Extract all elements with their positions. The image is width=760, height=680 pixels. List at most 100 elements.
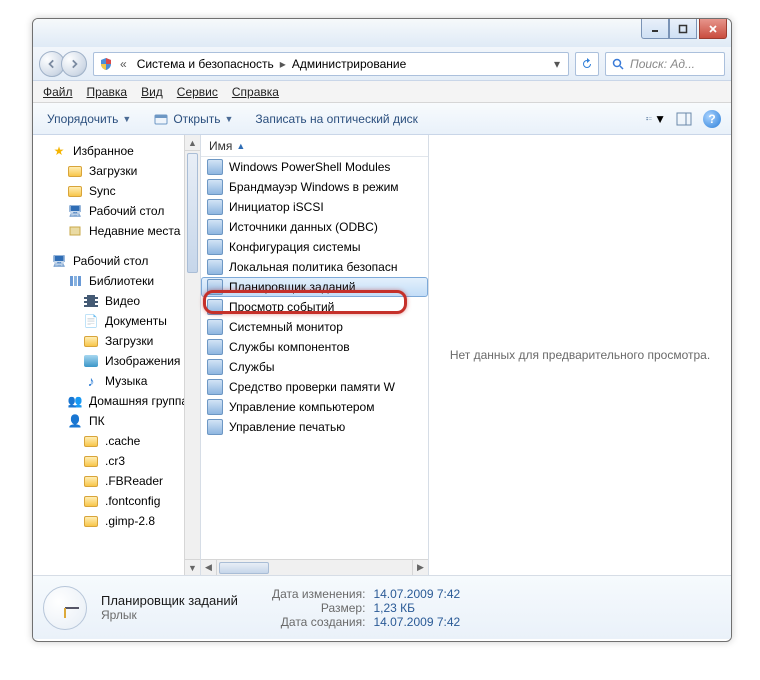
sidebar-downloads[interactable]: Загрузки: [33, 161, 200, 181]
forward-button[interactable]: [61, 51, 87, 77]
file-item[interactable]: Просмотр событий: [201, 297, 428, 317]
file-list-column: Имя▲ Windows PowerShell Modules Брандмау…: [201, 135, 429, 575]
folder-icon: [83, 473, 99, 489]
folder-icon: [83, 493, 99, 509]
close-button[interactable]: [699, 19, 727, 39]
sidebar-desktop[interactable]: 🖥Рабочий стол: [33, 251, 200, 271]
sidebar-pictures[interactable]: Изображения: [33, 351, 200, 371]
menu-view[interactable]: Вид: [141, 85, 163, 99]
file-item[interactable]: Источники данных (ODBC): [201, 217, 428, 237]
breadcrumb-seg-1[interactable]: Система и безопасность: [133, 57, 278, 71]
star-icon: ★: [51, 143, 67, 159]
desktop-icon: 🖥: [67, 203, 83, 219]
sidebar-documents[interactable]: 📄Документы: [33, 311, 200, 331]
file-item[interactable]: Службы: [201, 357, 428, 377]
document-icon: 📄: [83, 313, 99, 329]
minimize-button[interactable]: [641, 19, 669, 39]
breadcrumb-seg-2[interactable]: Администрирование: [288, 57, 410, 71]
navigation-row: « Система и безопасность ▸ Администриров…: [33, 47, 731, 81]
column-header-name[interactable]: Имя▲: [201, 135, 428, 157]
scroll-down-button[interactable]: ▼: [185, 559, 200, 575]
preview-empty-text: Нет данных для предварительного просмотр…: [450, 348, 710, 362]
scroll-thumb[interactable]: [187, 153, 198, 273]
file-item[interactable]: Брандмауэр Windows в режим: [201, 177, 428, 197]
shortcut-icon: [207, 279, 223, 295]
chevron-right-icon[interactable]: ▸: [280, 57, 286, 71]
file-item[interactable]: Средство проверки памяти W: [201, 377, 428, 397]
sidebar-homegroup[interactable]: 👥Домашняя группа: [33, 391, 200, 411]
file-item[interactable]: Конфигурация системы: [201, 237, 428, 257]
sidebar-desktop-fav[interactable]: 🖥Рабочий стол: [33, 201, 200, 221]
music-icon: ♪: [83, 373, 99, 389]
file-item[interactable]: Инициатор iSCSI: [201, 197, 428, 217]
video-icon: [83, 293, 99, 309]
organize-button[interactable]: Упорядочить▼: [41, 109, 137, 129]
file-item[interactable]: Управление печатью: [201, 417, 428, 437]
scroll-thumb[interactable]: [219, 562, 269, 574]
burn-button[interactable]: Записать на оптический диск: [249, 109, 424, 129]
sidebar-favorites[interactable]: ★Избранное: [33, 141, 200, 161]
scroll-right-button[interactable]: ▶: [412, 560, 428, 575]
sidebar-libraries[interactable]: Библиотеки: [33, 271, 200, 291]
sidebar-videos[interactable]: Видео: [33, 291, 200, 311]
homegroup-icon: 👥: [67, 393, 83, 409]
preview-pane-button[interactable]: [673, 108, 695, 130]
menu-file[interactable]: Файл: [43, 85, 73, 99]
title-bar[interactable]: [33, 19, 731, 47]
folder-icon: [83, 333, 99, 349]
task-scheduler-icon: [43, 586, 87, 630]
value-created: 14.07.2009 7:42: [373, 615, 460, 629]
sidebar-cr3[interactable]: .cr3: [33, 451, 200, 471]
details-main: Планировщик заданий Ярлык: [101, 593, 238, 622]
value-size: 1,23 КБ: [373, 601, 460, 615]
view-mode-button[interactable]: ▼: [645, 108, 667, 130]
shortcut-icon: [207, 359, 223, 375]
sidebar-music[interactable]: ♪Музыка: [33, 371, 200, 391]
sidebar-recent[interactable]: Недавние места: [33, 221, 200, 241]
breadcrumb-dropdown[interactable]: ▾: [550, 57, 564, 71]
file-item-selected[interactable]: Планировщик заданий: [201, 277, 428, 297]
refresh-button[interactable]: [575, 52, 599, 76]
shortcut-icon: [207, 199, 223, 215]
sidebar-scrollbar[interactable]: ▲ ▼: [184, 135, 200, 575]
open-button[interactable]: Открыть▼: [147, 108, 239, 130]
sidebar-gimp[interactable]: .gimp-2.8: [33, 511, 200, 531]
sort-indicator-icon: ▲: [236, 141, 245, 151]
help-button[interactable]: ?: [701, 108, 723, 130]
navigation-pane: ★Избранное Загрузки Sync 🖥Рабочий стол Н…: [33, 135, 201, 575]
file-item[interactable]: Службы компонентов: [201, 337, 428, 357]
file-item[interactable]: Системный монитор: [201, 317, 428, 337]
scroll-left-button[interactable]: ◀: [201, 560, 217, 575]
shortcut-icon: [207, 259, 223, 275]
sidebar-downloads-lib[interactable]: Загрузки: [33, 331, 200, 351]
shortcut-icon: [207, 339, 223, 355]
sidebar-cache[interactable]: .cache: [33, 431, 200, 451]
menu-help[interactable]: Справка: [232, 85, 279, 99]
file-item[interactable]: Локальная политика безопасн: [201, 257, 428, 277]
file-item[interactable]: Windows PowerShell Modules: [201, 157, 428, 177]
sidebar-fbreader[interactable]: .FBReader: [33, 471, 200, 491]
scroll-up-button[interactable]: ▲: [185, 135, 200, 151]
label-modified: Дата изменения:: [272, 587, 366, 601]
sidebar-pc[interactable]: 👤ПК: [33, 411, 200, 431]
horizontal-scrollbar[interactable]: ◀ ▶: [201, 559, 428, 575]
details-pane: Планировщик заданий Ярлык Дата изменения…: [33, 575, 731, 639]
details-title: Планировщик заданий: [101, 593, 238, 608]
explorer-window: « Система и безопасность ▸ Администриров…: [32, 18, 732, 642]
search-input[interactable]: Поиск: Ад...: [605, 52, 725, 76]
file-list[interactable]: Windows PowerShell Modules Брандмауэр Wi…: [201, 157, 428, 559]
breadcrumb[interactable]: « Система и безопасность ▸ Администриров…: [93, 52, 569, 76]
user-icon: 👤: [67, 413, 83, 429]
breadcrumb-root-dropdown[interactable]: «: [116, 57, 131, 71]
shortcut-icon: [207, 179, 223, 195]
file-item[interactable]: Управление компьютером: [201, 397, 428, 417]
nav-buttons: [39, 51, 87, 77]
sidebar-fontconfig[interactable]: .fontconfig: [33, 491, 200, 511]
maximize-button[interactable]: [669, 19, 697, 39]
menu-edit[interactable]: Правка: [87, 85, 128, 99]
shortcut-icon: [207, 219, 223, 235]
main-area: Имя▲ Windows PowerShell Modules Брандмау…: [201, 135, 731, 575]
menu-bar: Файл Правка Вид Сервис Справка: [33, 81, 731, 103]
menu-tools[interactable]: Сервис: [177, 85, 218, 99]
sidebar-sync[interactable]: Sync: [33, 181, 200, 201]
